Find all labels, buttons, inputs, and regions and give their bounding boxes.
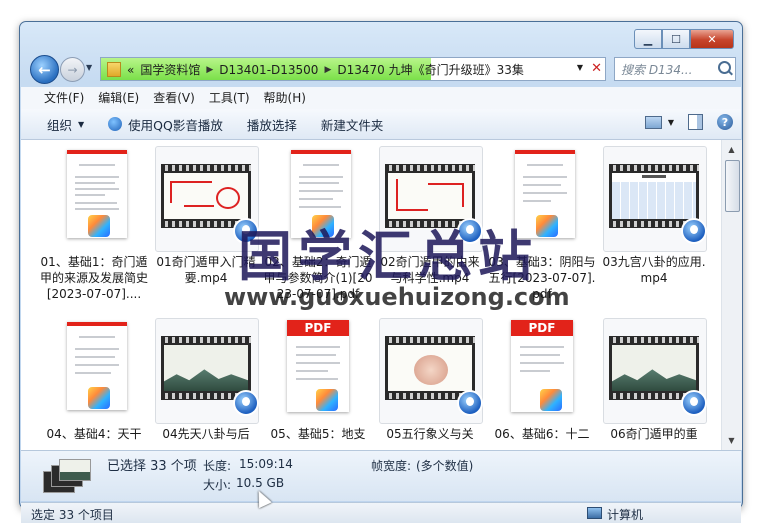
chevron-right-icon[interactable]: ▶ xyxy=(324,65,331,75)
qq-player-icon xyxy=(457,390,483,416)
search-input[interactable]: 搜索 D134... xyxy=(614,57,736,81)
organize-label: 组织 xyxy=(47,117,73,133)
file-name: 05五行象义与关 xyxy=(386,427,474,441)
breadcrumb-overflow[interactable]: « xyxy=(127,63,134,77)
file-thumbnail xyxy=(603,318,707,424)
folder-icon xyxy=(107,62,121,77)
file-name: 03九宫八卦的应用.mp4 xyxy=(602,255,706,285)
new-folder-button[interactable]: 新建文件夹 xyxy=(309,115,396,134)
menu-tools[interactable]: 工具(T) xyxy=(202,87,257,109)
maximize-button[interactable]: ☐ xyxy=(662,29,690,49)
watermark-url: www.guoxuehuizong.com xyxy=(224,283,570,311)
chevron-right-icon[interactable]: ▶ xyxy=(206,65,213,75)
menu-file[interactable]: 文件(F) xyxy=(37,87,91,109)
chevron-down-icon: ▼ xyxy=(78,119,85,129)
breadcrumb-item[interactable]: D13470 九坤《奇门升级班》33集 xyxy=(337,61,524,78)
preview-pane-icon[interactable] xyxy=(688,114,703,130)
vertical-scrollbar[interactable]: ▲ ▼ xyxy=(721,140,742,450)
minimize-button[interactable]: ▁ xyxy=(634,29,662,49)
selection-count: 已选择 33 个项 xyxy=(107,459,197,474)
qq-player-icon xyxy=(681,218,707,244)
navigation-bar: ← → ▼ « 国学资料馆 ▶ D13401-D13500 ▶ D13470 九… xyxy=(30,55,736,84)
forward-button[interactable]: → xyxy=(60,57,85,82)
play-selection-label: 播放选择 xyxy=(246,117,297,133)
watermark-text: 国学汇总站 xyxy=(238,224,538,288)
video-thumbnail xyxy=(609,336,699,400)
file-thumbnail xyxy=(603,146,707,252)
qq-player-icon xyxy=(108,117,123,131)
size-value: 10.5 GB xyxy=(236,476,285,490)
scroll-up-icon[interactable]: ▲ xyxy=(724,142,739,157)
search-placeholder: 搜索 D134... xyxy=(621,63,693,77)
play-with-qq-button[interactable]: 使用QQ影音播放 xyxy=(96,115,235,134)
file-thumbnail: PDF xyxy=(491,318,593,422)
video-thumbnail xyxy=(609,164,699,228)
video-thumbnail xyxy=(385,336,475,400)
pdf-reader-icon xyxy=(539,388,563,412)
menu-edit[interactable]: 编辑(E) xyxy=(91,87,146,109)
file-thumbnail xyxy=(379,318,483,424)
file-thumbnail xyxy=(155,318,259,424)
view-options-icon[interactable] xyxy=(644,115,662,129)
play-selection-button[interactable]: 播放选择 xyxy=(235,115,309,134)
file-name: 06、基础6：十二 xyxy=(494,427,590,441)
organize-button[interactable]: 组织 ▼ xyxy=(21,115,96,134)
qq-player-icon xyxy=(681,390,707,416)
command-bar: 组织 ▼ 使用QQ影音播放 播放选择 新建文件夹 ▼ ? xyxy=(21,109,741,140)
scroll-thumb[interactable] xyxy=(725,160,740,212)
menu-view[interactable]: 查看(V) xyxy=(146,87,202,109)
pdf-reader-icon xyxy=(87,386,111,410)
search-icon[interactable] xyxy=(718,61,731,74)
breadcrumb-item[interactable]: 国学资料馆 xyxy=(140,61,200,78)
file-thumbnail xyxy=(43,146,145,250)
stop-icon[interactable]: ✕ xyxy=(591,61,602,76)
size-key: 大小: xyxy=(203,478,232,492)
duration-key: 长度: xyxy=(203,459,232,473)
back-arrow-icon: ← xyxy=(38,60,51,79)
duration-value: 15:09:14 xyxy=(239,457,293,471)
pdf-reader-icon xyxy=(87,214,111,238)
forward-arrow-icon: → xyxy=(67,62,78,77)
file-name: 04先天八卦与后 xyxy=(162,427,250,441)
back-button[interactable]: ← xyxy=(30,55,59,84)
file-thumbnail xyxy=(43,318,145,422)
file-name: 04、基础4：天干 xyxy=(46,427,142,441)
menu-bar: 文件(F) 编辑(E) 查看(V) 工具(T) 帮助(H) xyxy=(21,87,741,109)
qq-player-icon xyxy=(233,390,259,416)
status-bar: 选定 33 个项目 计算机 xyxy=(21,502,741,523)
help-icon[interactable]: ? xyxy=(717,114,733,130)
video-thumbnail xyxy=(161,336,251,400)
history-dropdown-icon[interactable]: ▼ xyxy=(86,63,92,72)
pdf-reader-icon xyxy=(535,214,559,238)
pdf-reader-icon xyxy=(315,388,339,412)
file-name: 01、基础1：奇门遁甲的来源及发展简史[2023-07-07].... xyxy=(39,255,148,301)
frame-width-value: (多个数值) xyxy=(416,459,474,473)
breadcrumb-item[interactable]: D13401-D13500 xyxy=(219,63,318,77)
file-thumbnail: PDF xyxy=(267,318,369,422)
file-name: 05、基础5：地支 xyxy=(270,427,366,441)
multi-video-icon xyxy=(43,457,93,497)
scroll-down-icon[interactable]: ▼ xyxy=(724,433,739,448)
play-qq-label: 使用QQ影音播放 xyxy=(128,117,223,133)
close-button[interactable]: ✕ xyxy=(690,29,734,49)
view-dropdown-icon[interactable]: ▼ xyxy=(668,118,674,127)
pdf-label: PDF xyxy=(287,320,349,336)
new-folder-label: 新建文件夹 xyxy=(320,117,384,133)
computer-icon xyxy=(587,507,602,519)
file-name: 06奇门遁甲的重 xyxy=(610,427,698,441)
menu-help[interactable]: 帮助(H) xyxy=(257,87,313,109)
address-dropdown-icon[interactable]: ▼ xyxy=(577,63,583,72)
pdf-label: PDF xyxy=(511,320,573,336)
address-bar[interactable]: « 国学资料馆 ▶ D13401-D13500 ▶ D13470 九坤《奇门升级… xyxy=(100,57,606,81)
breadcrumb: « 国学资料馆 ▶ D13401-D13500 ▶ D13470 九坤《奇门升级… xyxy=(107,61,524,78)
status-text: 选定 33 个项目 xyxy=(31,508,114,522)
caption-buttons: ▁ ☐ ✕ xyxy=(634,29,734,49)
frame-width-key: 帧宽度: xyxy=(371,459,412,473)
details-pane: 已选择 33 个项 长度: 15:09:14 大小: 10.5 GB 帧宽度: … xyxy=(21,450,741,501)
status-location: 计算机 xyxy=(607,508,644,522)
toolbar-right: ▼ ? xyxy=(644,114,733,130)
